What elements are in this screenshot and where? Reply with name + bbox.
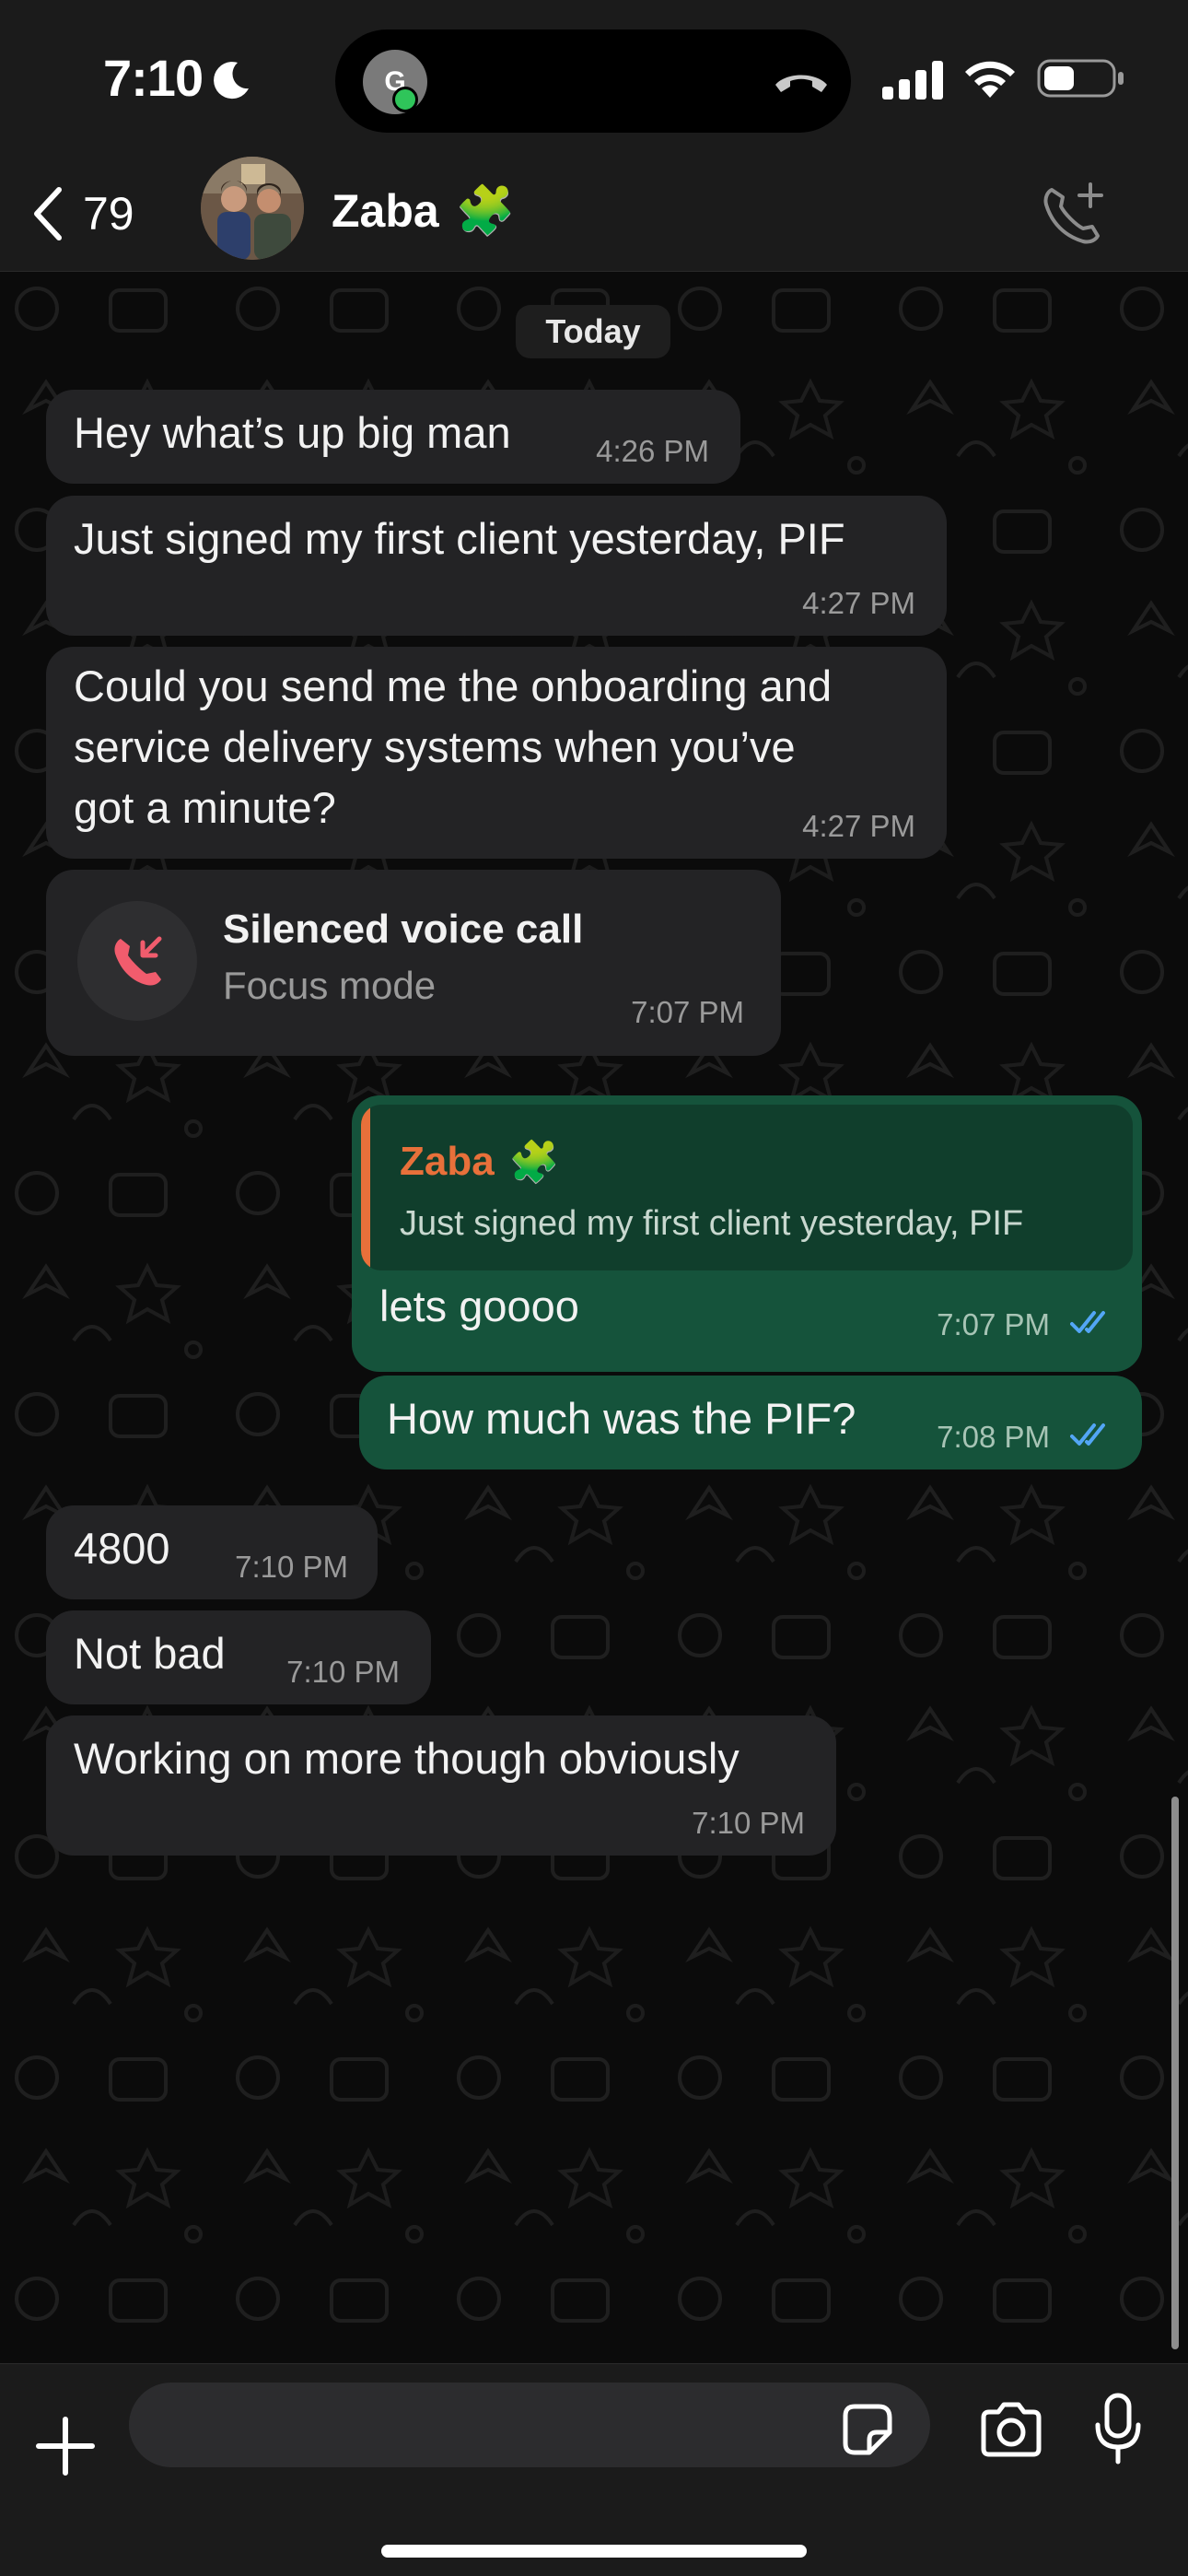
message-time: 4:27 PM <box>802 809 915 843</box>
scroll-indicator[interactable] <box>1171 1797 1179 2349</box>
read-ticks-icon <box>1070 1423 1105 1446</box>
message-bubble[interactable]: Not bad 7:10 PM <box>46 1610 431 1704</box>
mic-icon[interactable] <box>1092 2392 1144 2465</box>
contact-emoji: 🧩 <box>455 184 516 238</box>
message-bubble[interactable]: Hey what’s up big man 4:26 PM <box>46 390 740 484</box>
chat-header: 79 Zaba 🧩 <box>0 157 1188 272</box>
message-time: 7:10 PM <box>235 1550 348 1584</box>
quoted-sender-name: Zaba <box>400 1139 495 1184</box>
date-separator: Today <box>516 305 670 358</box>
message-bubble[interactable]: Could you send me the onboarding and ser… <box>46 647 947 859</box>
message-text: Hey what’s up big man <box>74 408 511 457</box>
back-chevron-icon <box>34 187 62 240</box>
message-time: 4:26 PM <box>596 434 709 468</box>
message-time: 7:10 PM <box>692 1806 805 1840</box>
quoted-sender: Zaba 🧩 <box>400 1138 560 1186</box>
quote-accent-bar <box>361 1105 370 1270</box>
add-call-icon[interactable] <box>1039 181 1107 249</box>
message-input[interactable] <box>129 2383 930 2467</box>
whatsapp-badge-icon <box>392 87 418 112</box>
missed-call-bubble[interactable]: Silenced voice call Focus mode 7:07 PM <box>46 870 781 1056</box>
hangup-icon <box>775 75 827 92</box>
back-button[interactable]: 79 <box>29 177 134 251</box>
contact-name[interactable]: Zaba 🧩 <box>332 182 515 239</box>
message-text: lets goooo <box>379 1282 579 1330</box>
moon-icon <box>214 62 249 100</box>
message-text: Not bad <box>74 1629 226 1678</box>
read-ticks-icon <box>1070 1311 1105 1333</box>
message-time: 7:07 PM <box>937 1307 1050 1341</box>
battery-icon <box>1037 59 1124 98</box>
home-indicator <box>381 2545 807 2558</box>
call-subtitle: Focus mode <box>223 964 437 1007</box>
sticker-icon[interactable] <box>838 2401 895 2458</box>
dynamic-island[interactable]: G <box>335 29 851 133</box>
unread-count: 79 <box>83 188 134 240</box>
message-text: Just signed my first client yesterday, P… <box>74 514 845 563</box>
missed-call-icon <box>114 936 162 986</box>
message-text-line: got a minute? <box>74 783 336 832</box>
message-text-line: service delivery systems when you’ve <box>74 722 796 771</box>
contact-avatar[interactable] <box>201 157 304 260</box>
message-input-bar <box>0 2363 1188 2576</box>
message-text: How much was the PIF? <box>387 1394 856 1443</box>
avatar-photo <box>201 157 304 260</box>
signal-icon <box>882 61 943 100</box>
message-time: 7:08 PM <box>937 1420 1050 1454</box>
quoted-message[interactable]: Zaba 🧩 Just signed my first client yeste… <box>361 1105 1133 1270</box>
message-text: 4800 <box>74 1524 170 1573</box>
plus-icon[interactable] <box>33 2414 98 2478</box>
message-time: 7:07 PM <box>631 995 744 1029</box>
message-time: 7:10 PM <box>286 1655 400 1689</box>
quoted-text: Just signed my first client yesterday, P… <box>400 1204 1024 1243</box>
message-bubble[interactable]: Working on more though obviously 7:10 PM <box>46 1715 836 1856</box>
message-bubble-outgoing[interactable]: How much was the PIF? 7:08 PM <box>359 1376 1142 1469</box>
message-bubble[interactable]: Just signed my first client yesterday, P… <box>46 496 947 636</box>
wifi-icon <box>965 61 1015 98</box>
message-bubble[interactable]: 4800 7:10 PM <box>46 1505 378 1599</box>
message-bubble-outgoing[interactable]: Zaba 🧩 Just signed my first client yeste… <box>352 1095 1142 1372</box>
missed-call-icon-container <box>77 901 197 1021</box>
contact-name-text: Zaba <box>332 184 439 237</box>
call-title: Silenced voice call <box>223 907 584 952</box>
message-text: Working on more though obviously <box>74 1734 740 1783</box>
message-text-line: Could you send me the onboarding and <box>74 662 833 710</box>
chat-area[interactable]: Today Hey what’s up big man 4:26 PM Just… <box>0 272 1188 2363</box>
camera-icon[interactable] <box>978 2401 1044 2458</box>
message-time: 4:27 PM <box>802 586 915 620</box>
status-clock: 7:10 <box>103 49 204 107</box>
quoted-sender-emoji: 🧩 <box>508 1140 560 1185</box>
status-bar: 7:10 G <box>0 0 1188 157</box>
